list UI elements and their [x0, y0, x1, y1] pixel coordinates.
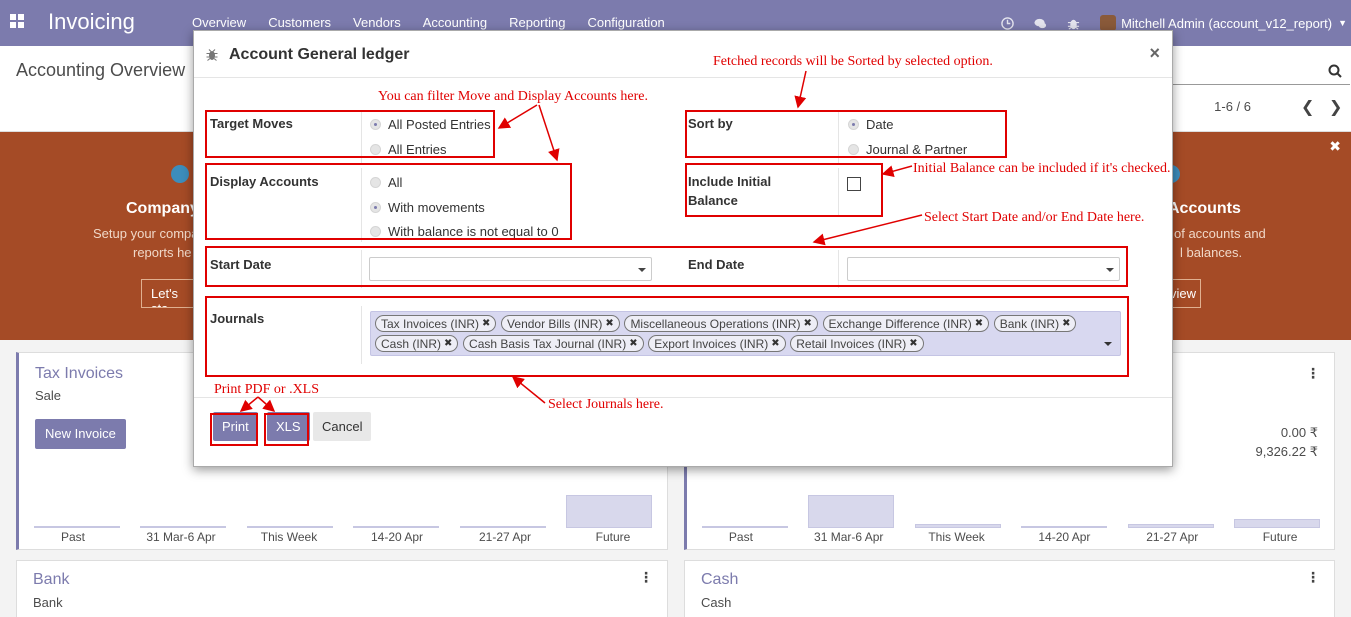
step-dot-icon [171, 165, 189, 183]
main-menu: Overview Customers Vendors Accounting Re… [192, 15, 687, 30]
annotation-print: Print PDF or .XLS [214, 382, 320, 397]
page-title: Accounting Overview [16, 60, 186, 80]
chevron-down-icon: ▼ [1338, 18, 1347, 28]
graph-bar[interactable] [34, 526, 120, 528]
banner-company-text: Setup your compa [93, 226, 199, 241]
menu-accounting[interactable]: Accounting [423, 15, 487, 30]
graph-label: Future [595, 530, 631, 544]
graph-bar[interactable] [1234, 519, 1320, 528]
apps-menu-icon[interactable] [10, 14, 24, 28]
banner-company-title: Company [126, 200, 199, 217]
close-icon[interactable]: ✖ [1329, 138, 1341, 155]
card-amount: 0.00 ₹ [1280, 425, 1318, 440]
graph-bar[interactable] [353, 526, 439, 528]
annotation-filter: You can filter Move and Display Accounts… [378, 89, 648, 104]
banner-company-button[interactable]: Let's sta [141, 279, 201, 308]
highlight-box [205, 296, 1129, 377]
graph-axis-labels: Past 31 Mar-6 Apr This Week 14-20 Apr 21… [19, 530, 667, 544]
graph-label: 21-27 Apr [478, 530, 532, 544]
annotation-sorted: Fetched records will be Sorted by select… [713, 54, 993, 69]
card-subtitle: Cash [701, 595, 732, 610]
banner-accounts-text: l balances. [1180, 245, 1243, 260]
pager-previous-icon[interactable]: ❮ [1301, 97, 1314, 117]
card-title[interactable]: Cash [701, 571, 738, 589]
kebab-menu-icon[interactable]: ⋮ [639, 569, 653, 586]
close-icon[interactable]: × [1149, 43, 1160, 64]
graph-bar[interactable] [247, 526, 333, 528]
graph-label: Future [1262, 530, 1298, 544]
menu-reporting[interactable]: Reporting [509, 15, 565, 30]
cancel-button[interactable]: Cancel [313, 412, 372, 441]
annotation-initial-balance: Initial Balance can be included if it's … [913, 161, 1171, 176]
user-name: Mitchell Admin (account_v12_report) [1121, 15, 1333, 31]
card-amount: 9,326.22 ₹ [1255, 444, 1319, 459]
new-invoice-button[interactable]: New Invoice [35, 419, 126, 449]
highlight-box [685, 163, 883, 217]
kebab-menu-icon[interactable]: ⋮ [1306, 365, 1320, 382]
kebab-menu-icon[interactable]: ⋮ [1306, 569, 1320, 586]
dialog-header: Account General ledger × [194, 31, 1172, 78]
search-input[interactable] [1160, 59, 1350, 85]
pager-next-icon[interactable]: ❯ [1329, 97, 1342, 117]
graph-label: 21-27 Apr [1146, 530, 1199, 544]
highlight-box [264, 413, 309, 446]
graph-bar[interactable] [808, 495, 894, 528]
user-menu[interactable]: Mitchell Admin (account_v12_report) ▼ [1100, 15, 1347, 31]
menu-customers[interactable]: Customers [268, 15, 331, 30]
graph-bar[interactable] [1021, 526, 1107, 528]
graph-label: 31 Mar-6 Apr [146, 530, 216, 544]
graph-label: Past [728, 530, 753, 544]
menu-vendors[interactable]: Vendors [353, 15, 401, 30]
graph-label: This Week [928, 530, 985, 544]
graph-bar[interactable] [915, 524, 1001, 528]
graph-label: This Week [260, 530, 318, 544]
graph-bar[interactable] [702, 526, 788, 528]
highlight-box [205, 110, 495, 158]
chat-icon[interactable] [1034, 17, 1047, 30]
dialog-footer: Print XLS Cancel [194, 397, 1172, 467]
journal-card-bank: Bank Bank ⋮ [16, 560, 668, 617]
graph-axis-labels: Past 31 Mar-6 Apr This Week 14-20 Apr 21… [687, 530, 1334, 544]
menu-overview[interactable]: Overview [192, 15, 246, 30]
avatar [1100, 15, 1117, 31]
pager-value[interactable]: 1-6 / 6 [1214, 99, 1251, 114]
graph-bar[interactable] [566, 495, 652, 528]
highlight-box [210, 413, 258, 446]
graph-bar[interactable] [140, 526, 226, 528]
app-brand: Invoicing [48, 9, 135, 34]
card-subtitle: Sale [35, 388, 62, 403]
highlight-box [205, 163, 572, 240]
journal-card-cash: Cash Cash ⋮ [684, 560, 1335, 617]
highlight-box [205, 246, 1128, 287]
graph-label: 14-20 Apr [370, 530, 424, 544]
highlight-box [685, 110, 1007, 158]
annotation-dates: Select Start Date and/or End Date here. [924, 210, 1145, 225]
annotation-journals: Select Journals here. [548, 397, 664, 412]
graph-label: Past [60, 530, 85, 544]
banner-accounts-title: Accounts [1168, 200, 1241, 217]
dialog-title: Account General ledger [229, 46, 410, 63]
graph-bar[interactable] [460, 526, 546, 528]
banner-accounts-text: of accounts and [1174, 226, 1266, 241]
banner-company-text: reports he [133, 245, 192, 260]
graph-label: 31 Mar-6 Apr [814, 530, 884, 544]
search-icon[interactable] [1328, 64, 1342, 78]
card-title[interactable]: Bank [33, 571, 69, 589]
card-title[interactable]: Tax Invoices [35, 365, 123, 383]
clock-icon[interactable] [1001, 16, 1014, 30]
graph-label: 14-20 Apr [1038, 530, 1091, 544]
graph-bar[interactable] [1128, 524, 1214, 528]
bug-icon[interactable] [1067, 17, 1080, 30]
card-subtitle: Bank [33, 595, 63, 610]
menu-configuration[interactable]: Configuration [587, 15, 664, 30]
bug-icon [206, 49, 218, 61]
